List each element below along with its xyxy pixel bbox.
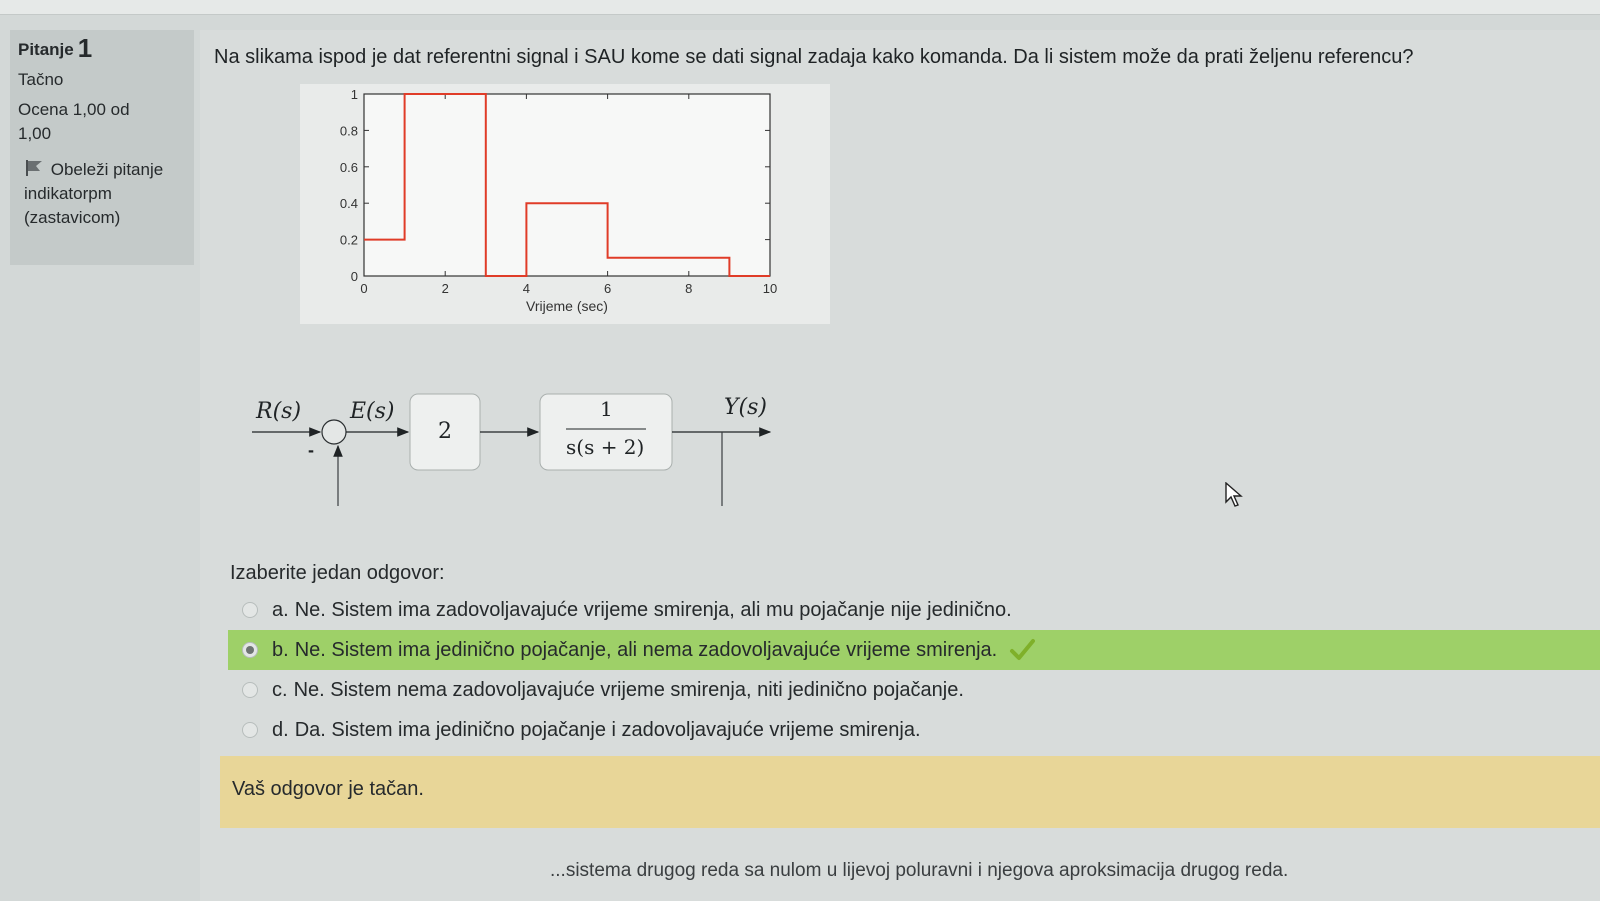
next-question-text: ...sistema drugog reda sa nulom u lijevo… xyxy=(550,860,1289,881)
chart-svg: 0 2 4 6 8 10 0 0.2 0.4 0.6 0.8 1 Vrijeme (sec) xyxy=(340,87,777,314)
y-tick-label-1: 0.2 xyxy=(340,233,358,248)
x-tick-label-1: 2 xyxy=(442,281,449,296)
option-c[interactable]: c. Ne. Sistem nema zadovoljavajuće vrije… xyxy=(228,670,1600,710)
error-label: E(s) xyxy=(349,399,395,424)
x-axis-label: Vrijeme (sec) xyxy=(526,298,608,314)
option-a-text: Ne. Sistem ima zadovoljavajuće vrijeme s… xyxy=(294,598,1012,621)
flag-label-3: (zastavicom) xyxy=(24,208,121,227)
summing-junction xyxy=(321,419,347,445)
flag-label-2: indikatorpm xyxy=(24,184,112,203)
x-tick-label-4: 8 xyxy=(685,281,692,296)
option-b-letter: b. xyxy=(272,638,289,661)
input-label: R(s) xyxy=(255,399,301,424)
answer-prompt: Izaberite jedan odgovor: xyxy=(230,562,445,584)
grade: Ocena 1,00 od 1,00 xyxy=(18,98,186,146)
output-label: Y(s) xyxy=(724,395,767,420)
y-tick-label-2: 0.4 xyxy=(340,196,358,211)
reference-signal-chart: 0 2 4 6 8 10 0 0.2 0.4 0.6 0.8 1 Vrijeme (sec) xyxy=(300,84,830,324)
tf-numerator: 1 xyxy=(600,397,613,421)
x-tick-label-2: 4 xyxy=(523,281,530,296)
gain-value: 2 xyxy=(438,419,452,444)
flag-icon xyxy=(26,160,42,176)
radio-c[interactable] xyxy=(242,682,258,698)
y-tick-label-0: 0 xyxy=(351,269,358,284)
flag-question-button[interactable]: Obeleži pitanje indikatorpm (zastavicom) xyxy=(18,158,186,230)
answer-options: a. Ne. Sistem ima zadovoljavajuće vrijem… xyxy=(228,590,1600,750)
radio-a[interactable] xyxy=(242,602,258,618)
feedback-box: Vaš odgovor je tačan. xyxy=(220,756,1600,828)
grade-label: Ocena 1,00 od xyxy=(18,100,130,119)
question-number: 1 xyxy=(77,33,93,63)
x-tick-label-5: 10 xyxy=(763,281,777,296)
question-status: Tačno xyxy=(18,70,64,89)
option-d[interactable]: d. Da. Sistem ima jedinično pojačanje i … xyxy=(228,710,1600,750)
option-a-letter: a. xyxy=(272,598,289,621)
radio-b[interactable] xyxy=(242,642,258,658)
y-tick-label-3: 0.6 xyxy=(340,160,358,175)
y-tick-label-5: 1 xyxy=(351,87,358,102)
option-d-letter: d. xyxy=(272,718,289,741)
top-strip xyxy=(0,0,1600,15)
question-word: Pitanje xyxy=(18,40,74,59)
question-info-panel: Pitanje 1 Tačno Ocena 1,00 od 1,00 Obelež… xyxy=(10,30,194,265)
flag-label-1: Obeleži pitanje xyxy=(50,160,164,179)
option-d-text: Da. Sistem ima jedinično pojačanje i zad… xyxy=(294,718,921,741)
question-heading: Pitanje 1 xyxy=(18,33,186,63)
minus-sign: - xyxy=(308,440,314,460)
grade-value: 1,00 xyxy=(18,124,52,143)
x-tick-label-0: 0 xyxy=(360,281,367,296)
question-text: Na slikama ispod je dat referentni signa… xyxy=(214,46,1414,68)
option-c-text: Ne. Sistem nema zadovoljavajuće vrijeme … xyxy=(293,678,964,701)
check-icon xyxy=(1010,639,1036,660)
feedback-text: Vaš odgovor je tačan. xyxy=(232,778,424,800)
option-b-text: Ne. Sistem ima jedinično pojačanje, ali … xyxy=(294,638,998,661)
mouse-cursor-icon xyxy=(1225,482,1243,507)
block-diagram: R(s) E(s) 2 1 s(s + 2) Y(s) - xyxy=(252,393,772,506)
y-tick-label-4: 0.8 xyxy=(340,123,358,138)
option-b[interactable]: b. Ne. Sistem ima jedinično pojačanje, a… xyxy=(228,630,1600,670)
question-content: Na slikama ispod je dat referentni signa… xyxy=(200,30,1600,901)
option-a[interactable]: a. Ne. Sistem ima zadovoljavajuće vrijem… xyxy=(228,590,1600,630)
x-tick-label-3: 6 xyxy=(604,281,611,296)
tf-denominator: s(s + 2) xyxy=(566,435,644,459)
plot-area xyxy=(363,93,771,277)
option-c-letter: c. xyxy=(272,678,288,701)
radio-d[interactable] xyxy=(242,722,258,738)
